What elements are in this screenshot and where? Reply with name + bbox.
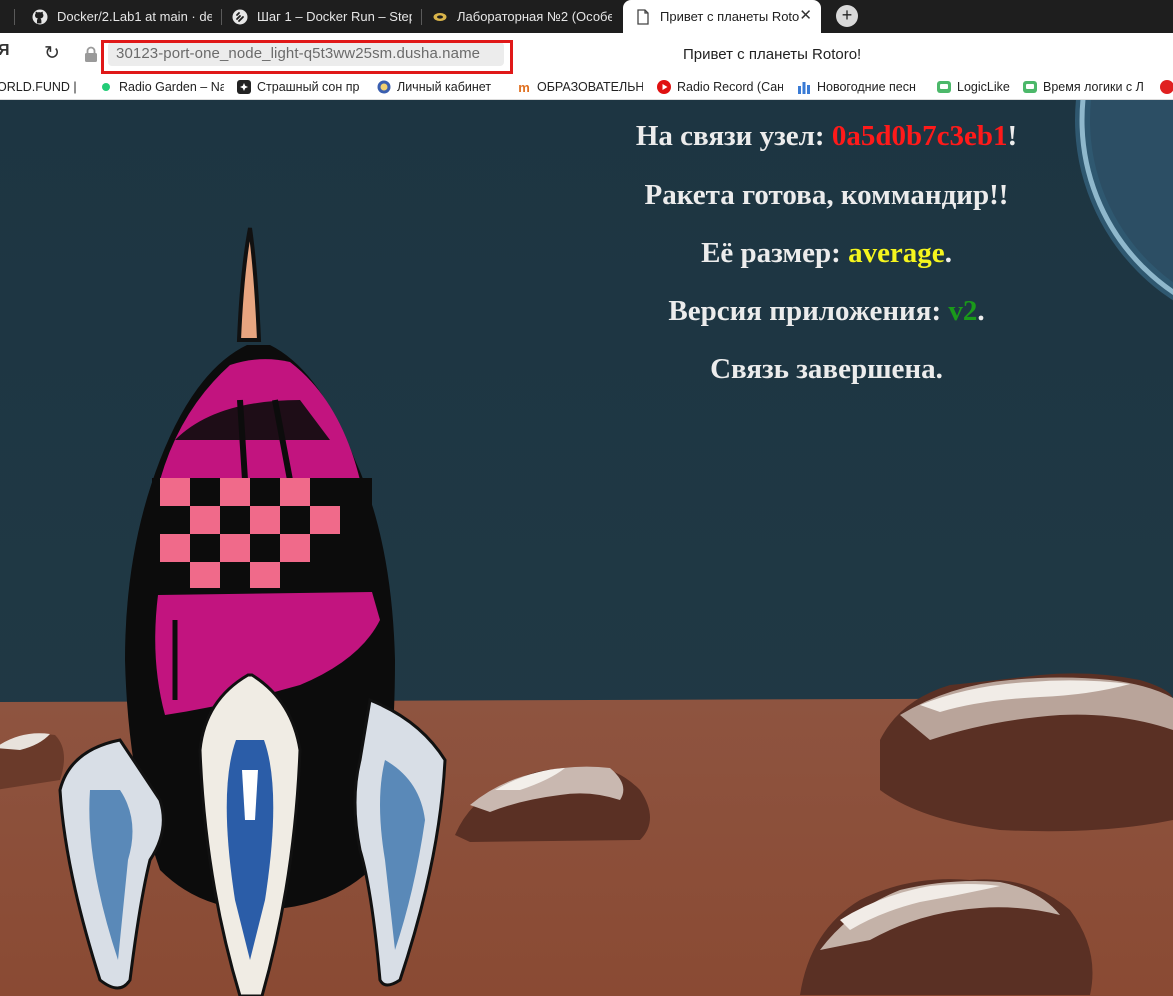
reload-icon[interactable]: ↻ [44, 42, 60, 65]
dot-icon [99, 80, 113, 94]
tab-separator [14, 9, 15, 25]
stepik-icon [232, 9, 248, 25]
version-suffix: . [977, 295, 985, 327]
bookmark-label: ОБРАЗОВАТЕЛЬН [537, 80, 643, 94]
page-title: Привет с планеты Rotoro! [683, 46, 862, 63]
bookmark-label: Личный кабинет [397, 80, 492, 94]
bookmark-label: Radio Garden – Na [119, 80, 224, 94]
yandex-bookmark-icon[interactable] [1160, 78, 1173, 96]
node-suffix: ! [1007, 120, 1018, 152]
close-icon[interactable]: ✕ [799, 8, 812, 24]
tab-lab[interactable]: Лабораторная №2 (Особе [432, 0, 612, 33]
tab-label: Лабораторная №2 (Особе [457, 9, 612, 24]
bookmark-label: LogicLike [957, 80, 1010, 94]
bookmark-label: Новогодние песн [817, 80, 916, 94]
lock-icon[interactable] [84, 46, 98, 62]
version-value: v2 [948, 295, 978, 327]
tab-github[interactable]: Docker/2.Lab1 at main · de [32, 0, 212, 33]
tab-rotoro[interactable]: Привет с планеты Roto ✕ [623, 0, 821, 33]
ready-line: Ракета готова, коммандир!! [480, 179, 1173, 212]
size-line: Её размер: average. [480, 237, 1173, 270]
page-content: На связи узел: 0a5d0b7c3eb1! Ракета гото… [0, 100, 1173, 996]
size-label: Её размер: [701, 237, 849, 269]
node-line: На связи узел: 0a5d0b7c3eb1! [480, 120, 1173, 153]
bookmark-label: Время логики с Л [1043, 80, 1144, 94]
tab-separator [221, 9, 222, 25]
tab-label: Привет с планеты Roto [660, 9, 800, 24]
bookmark-item[interactable]: Radio Garden – Na [99, 78, 224, 96]
size-value: average [848, 237, 945, 269]
bookmarks-bar: ORLD.FUND | Radio Garden – Na Страшный с… [0, 74, 1173, 100]
tab-label: Шаг 1 – Docker Run – Step [257, 9, 412, 24]
emblem-icon [377, 80, 391, 94]
node-label: На связи узел: [635, 120, 832, 152]
tab-label: Docker/2.Lab1 at main · de [57, 9, 212, 24]
page-icon [635, 8, 651, 25]
tab-strip: Docker/2.Lab1 at main · de Шаг 1 – Docke… [0, 0, 1173, 33]
version-label: Версия приложения: [668, 295, 949, 327]
play-icon [657, 80, 671, 94]
end-text: Связь завершена. [710, 353, 943, 385]
size-suffix: . [944, 237, 952, 269]
rocket-checker-band [152, 478, 372, 590]
logic-icon [937, 80, 951, 94]
tab-separator [421, 9, 422, 25]
logic-icon [1023, 80, 1037, 94]
bookmark-item[interactable]: m ОБРАЗОВАТЕЛЬН [517, 78, 643, 96]
node-id: 0a5d0b7c3eb1 [831, 120, 1008, 152]
yandex-icon[interactable]: Я [0, 42, 20, 64]
bookmark-item[interactable]: Новогодние песн [797, 78, 921, 96]
bookmark-item[interactable]: Время логики с Л [1023, 78, 1150, 96]
github-icon [32, 9, 48, 25]
end-line: Связь завершена. [480, 353, 1173, 386]
new-tab-button[interactable]: + [836, 5, 858, 27]
mars-scene-illustration [0, 100, 1173, 996]
url-highlight-box [101, 40, 513, 74]
bookmark-label: ORLD.FUND | [0, 80, 77, 94]
m-icon: m [518, 79, 530, 95]
ready-text: Ракета готова, коммандир!! [644, 179, 1009, 211]
tab-stepik[interactable]: Шаг 1 – Docker Run – Step [232, 0, 412, 33]
bookmark-item[interactable]: Страшный сон пр [237, 78, 363, 96]
rock-right [880, 673, 1173, 832]
bookmark-item[interactable]: LogicLike [937, 78, 1017, 96]
bookmark-item[interactable]: Radio Record (Сан [657, 78, 783, 96]
bookmark-label: Страшный сон пр [257, 80, 360, 94]
bookmark-item[interactable]: ORLD.FUND | [0, 78, 89, 96]
bars-icon [797, 80, 811, 94]
lms-icon [432, 9, 448, 25]
bookmark-item[interactable]: Личный кабинет [377, 78, 503, 96]
bookmark-label: Radio Record (Сан [677, 80, 783, 94]
bookmark-icon [237, 80, 251, 94]
version-line: Версия приложения: v2. [480, 295, 1173, 328]
